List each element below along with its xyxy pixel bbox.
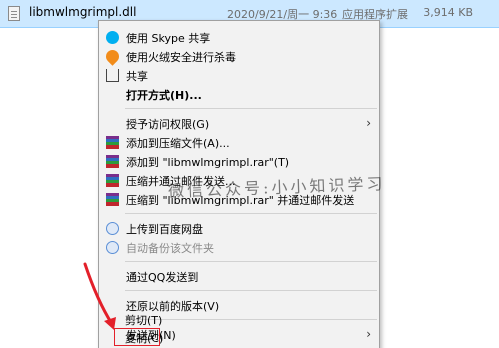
menu-item-label: 打开方式(H)... bbox=[126, 89, 202, 102]
menu-item-share[interactable]: 共享 bbox=[101, 65, 377, 86]
menu-separator bbox=[125, 290, 377, 291]
menu-item-compress-rar-email[interactable]: 压缩到 "libmwlmgrimpl.rar" 并通过邮件发送 bbox=[101, 189, 377, 210]
menu-item-label: 添加到压缩文件(A)... bbox=[126, 137, 230, 150]
skype-icon bbox=[106, 31, 119, 44]
menu-item-upload-baidu[interactable]: 上传到百度网盘 bbox=[101, 218, 377, 239]
file-name: libmwlmgrimpl.dll bbox=[29, 5, 137, 19]
menu-item-huorong-scan[interactable]: 使用火绒安全进行杀毒 bbox=[101, 46, 377, 67]
menu-item-label: 上传到百度网盘 bbox=[126, 223, 203, 236]
menu-item-compress-email[interactable]: 压缩并通过邮件发送... bbox=[101, 170, 377, 191]
winrar-icon bbox=[106, 174, 119, 187]
menu-item-label: 共享 bbox=[126, 70, 148, 83]
menu-item-add-to-archive[interactable]: 添加到压缩文件(A)... bbox=[101, 132, 377, 153]
baidu-netdisk-icon bbox=[106, 222, 119, 235]
menu-item-send-qq[interactable]: 通过QQ发送到 bbox=[101, 266, 377, 287]
winrar-icon bbox=[106, 155, 119, 168]
menu-item-label: 压缩并通过邮件发送... bbox=[126, 175, 236, 188]
menu-item-give-access[interactable]: 授予访问权限(G) › bbox=[101, 113, 377, 134]
menu-separator bbox=[125, 261, 377, 262]
explorer-screenshot: libmwlmgrimpl.dll 2020/9/21/周一 9:36 应用程序… bbox=[0, 0, 499, 348]
context-menu: 使用 Skype 共享 使用火绒安全进行杀毒 共享 打开方式(H)... 授予访… bbox=[98, 20, 380, 348]
copy-highlight-box bbox=[114, 328, 160, 346]
menu-separator bbox=[125, 108, 377, 109]
share-icon bbox=[106, 69, 119, 82]
menu-item-label: 添加到 "libmwlmgrimpl.rar"(T) bbox=[126, 156, 290, 169]
dll-file-icon bbox=[8, 6, 20, 21]
menu-item-label: 通过QQ发送到 bbox=[126, 271, 199, 284]
menu-separator bbox=[125, 213, 377, 214]
menu-item-label: 使用火绒安全进行杀毒 bbox=[126, 51, 236, 64]
chevron-right-icon: › bbox=[366, 116, 371, 130]
winrar-icon bbox=[106, 136, 119, 149]
menu-item-open-with[interactable]: 打开方式(H)... bbox=[101, 84, 377, 105]
huorong-shield-icon bbox=[103, 47, 122, 66]
winrar-icon bbox=[106, 193, 119, 206]
menu-item-auto-backup[interactable]: 自动备份该文件夹 bbox=[101, 237, 377, 258]
menu-item-label: 剪切(T) bbox=[125, 314, 163, 327]
menu-item-label: 自动备份该文件夹 bbox=[126, 242, 214, 255]
menu-item-label: 使用 Skype 共享 bbox=[126, 32, 211, 45]
menu-item-skype-share[interactable]: 使用 Skype 共享 bbox=[101, 27, 377, 48]
file-size: 3,914 KB bbox=[423, 6, 473, 19]
menu-item-label: 压缩到 "libmwlmgrimpl.rar" 并通过邮件发送 bbox=[126, 194, 355, 207]
baidu-netdisk-icon bbox=[106, 241, 119, 254]
menu-item-add-to-rar[interactable]: 添加到 "libmwlmgrimpl.rar"(T) bbox=[101, 151, 377, 172]
menu-item-label: 授予访问权限(G) bbox=[126, 118, 210, 131]
